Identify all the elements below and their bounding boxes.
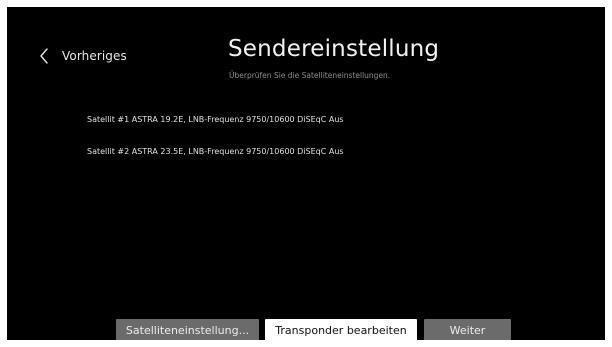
next-button[interactable]: Weiter [424, 319, 511, 340]
satellite-row-1[interactable]: Satellit #1 ASTRA 19.2E, LNB-Frequenz 97… [87, 113, 344, 127]
page-subtitle: Überprüfen Sie die Satelliteneinstellung… [229, 71, 391, 80]
edit-transponder-button[interactable]: Transponder bearbeiten [265, 319, 417, 340]
satellite-list: Satellit #1 ASTRA 19.2E, LNB-Frequenz 97… [87, 113, 344, 177]
back-button[interactable]: Vorheriges [39, 45, 127, 67]
satellite-row-2[interactable]: Satellit #2 ASTRA 23.5E, LNB-Frequenz 97… [87, 145, 344, 159]
satellite-settings-button[interactable]: Satelliteneinstellung... [116, 319, 259, 340]
chevron-left-icon [39, 48, 49, 64]
back-label: Vorheriges [62, 49, 127, 63]
page-title: Sendereinstellung [228, 36, 440, 62]
tv-screen: Vorheriges Sendereinstellung Überprüfen … [7, 7, 605, 340]
